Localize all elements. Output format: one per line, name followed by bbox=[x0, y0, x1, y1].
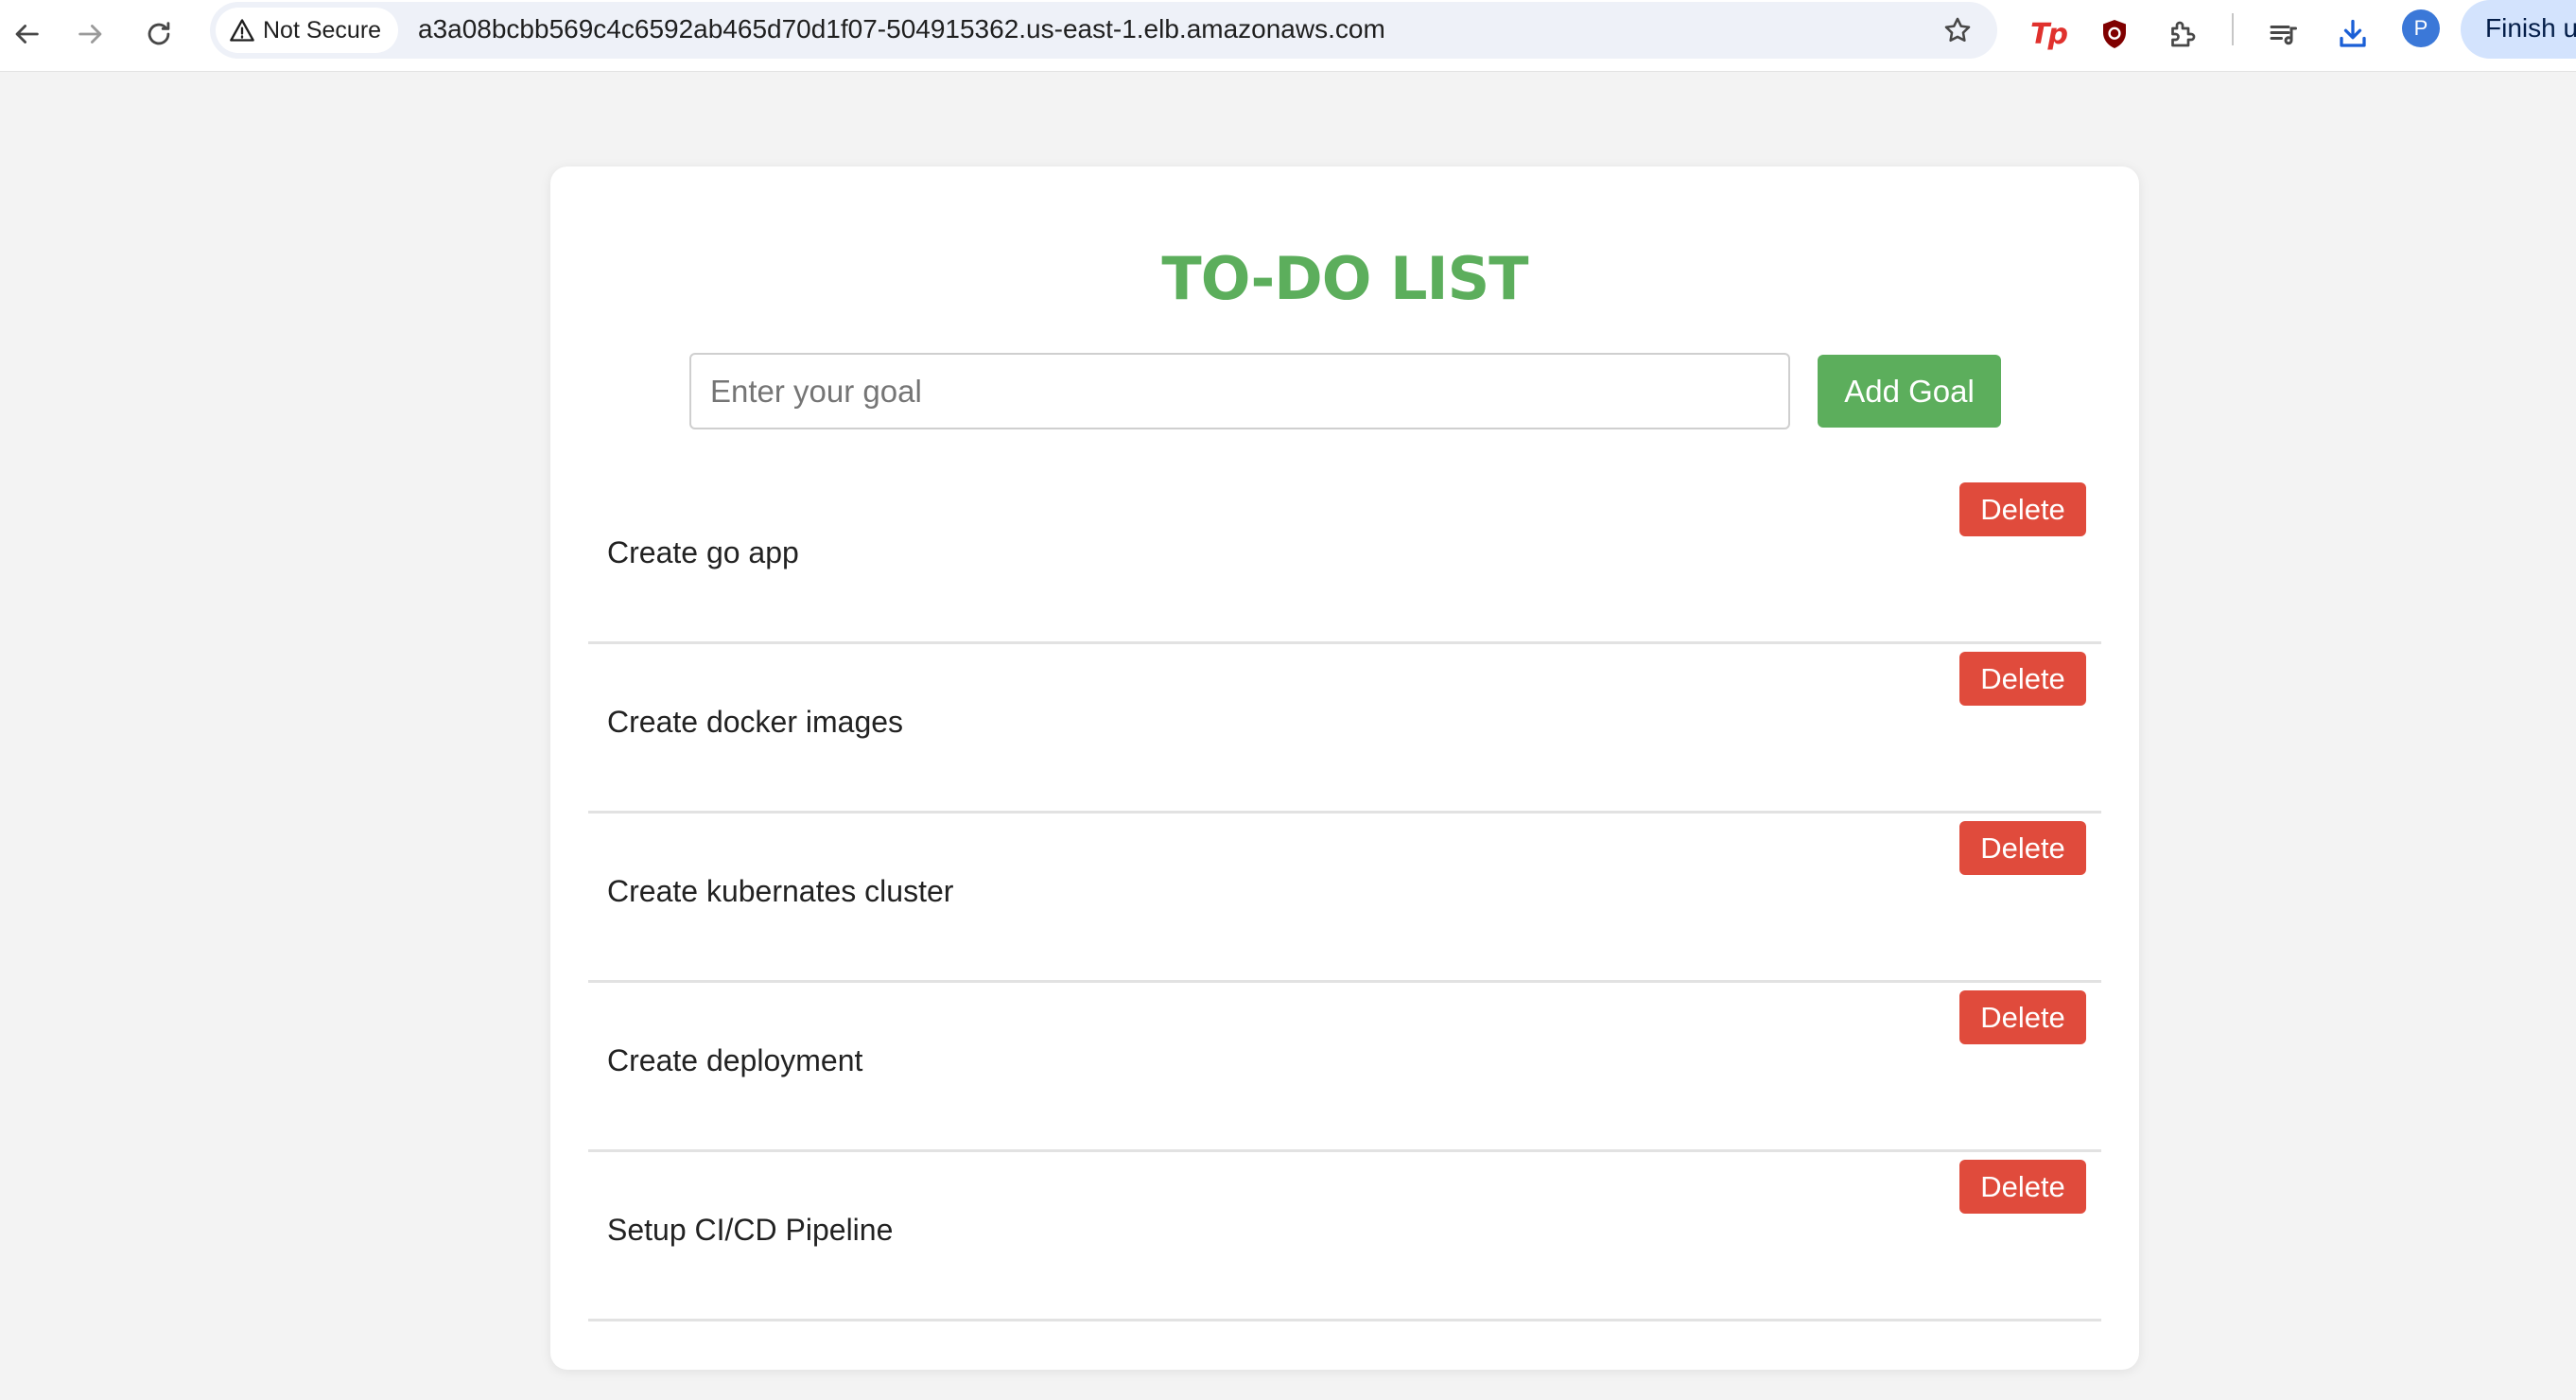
profile-avatar[interactable]: P bbox=[2402, 9, 2440, 47]
delete-button[interactable]: Delete bbox=[1959, 652, 2086, 706]
reading-list-button[interactable] bbox=[2256, 8, 2309, 61]
reload-button[interactable] bbox=[132, 8, 185, 61]
browser-toolbar: Not Secure a3a08bcbb569c4c6592ab465d70d1… bbox=[0, 0, 2576, 72]
todo-list: Create go app Delete Create docker image… bbox=[588, 475, 2101, 1321]
todo-text: Setup CI/CD Pipeline bbox=[607, 1213, 894, 1247]
todo-card: TO-DO LIST Add Goal Create go app Delete… bbox=[550, 166, 2139, 1370]
todo-text: Create deployment bbox=[607, 1043, 863, 1077]
delete-button[interactable]: Delete bbox=[1959, 821, 2086, 875]
todo-text: Create go app bbox=[607, 535, 799, 569]
goal-input[interactable] bbox=[689, 353, 1790, 429]
back-arrow-icon bbox=[15, 25, 39, 44]
url-text[interactable]: a3a08bcbb569c4c6592ab465d70d1f07-5049153… bbox=[418, 2, 1385, 59]
todo-text: Create docker images bbox=[607, 705, 904, 739]
extensions-button[interactable] bbox=[2156, 8, 2209, 61]
download-icon bbox=[2340, 19, 2366, 47]
delete-button[interactable]: Delete bbox=[1959, 990, 2086, 1044]
ublock-extension-button[interactable] bbox=[2088, 8, 2141, 61]
forward-arrow-icon bbox=[78, 25, 102, 44]
downloads-button[interactable] bbox=[2326, 8, 2379, 61]
warning-triangle-icon bbox=[230, 19, 254, 42]
bookmark-star-icon bbox=[1944, 17, 1971, 43]
reading-list-icon bbox=[2270, 26, 2297, 45]
tp-extension-button[interactable]: Tp bbox=[2022, 8, 2075, 61]
finish-update-button[interactable]: Finish u bbox=[2461, 0, 2576, 59]
tp-extension-icon: Tp bbox=[2030, 17, 2068, 51]
security-label: Not Secure bbox=[263, 16, 382, 44]
list-item: Create deployment Delete bbox=[588, 983, 2101, 1152]
bookmark-button[interactable] bbox=[1937, 9, 1978, 51]
ublock-shield-icon bbox=[2103, 20, 2126, 48]
extensions-puzzle-icon bbox=[2171, 21, 2196, 47]
delete-button[interactable]: Delete bbox=[1959, 1160, 2086, 1214]
list-item: Setup CI/CD Pipeline Delete bbox=[588, 1152, 2101, 1321]
forward-button[interactable] bbox=[64, 8, 117, 61]
page-title: TO-DO LIST bbox=[1161, 244, 1528, 313]
list-item: Create docker images Delete bbox=[588, 644, 2101, 814]
todo-text: Create kubernates cluster bbox=[607, 874, 954, 908]
add-goal-button[interactable]: Add Goal bbox=[1818, 355, 2001, 428]
security-indicator[interactable]: Not Secure bbox=[216, 8, 399, 53]
back-button[interactable] bbox=[0, 8, 53, 61]
delete-button[interactable]: Delete bbox=[1959, 482, 2086, 536]
list-item: Create kubernates cluster Delete bbox=[588, 814, 2101, 983]
address-bar[interactable]: Not Secure a3a08bcbb569c4c6592ab465d70d1… bbox=[210, 2, 1997, 59]
reload-icon bbox=[148, 22, 170, 45]
toolbar-divider bbox=[2232, 13, 2234, 45]
list-item: Create go app Delete bbox=[588, 475, 2101, 644]
